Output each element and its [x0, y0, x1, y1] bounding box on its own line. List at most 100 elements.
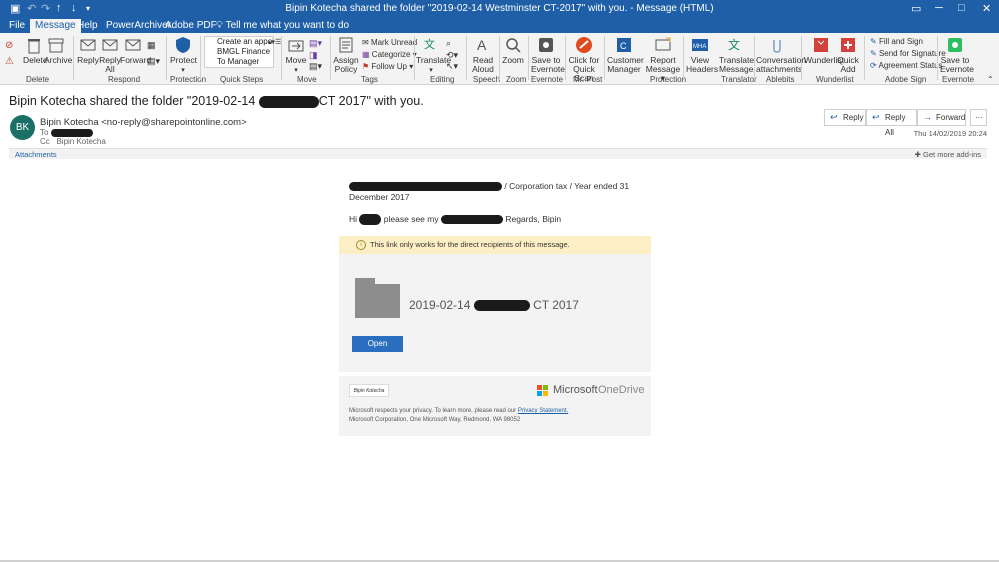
- quick-add-icon: [841, 38, 855, 52]
- svg-text:MHA: MHA: [693, 44, 706, 50]
- protect-button[interactable]: Protect ▾: [170, 36, 197, 75]
- tab-help[interactable]: Help: [77, 20, 98, 31]
- related-icon[interactable]: ⟲▾: [446, 50, 458, 61]
- select-icon[interactable]: ↖▾: [446, 61, 458, 72]
- quick-step-item[interactable]: BMGL Finance: [205, 47, 273, 57]
- envelope-icon: ✉: [362, 38, 369, 47]
- save-to-evernote-button[interactable]: Save to Evernote: [531, 36, 565, 74]
- rules-icon[interactable]: ▤▾: [309, 38, 322, 49]
- actions-icon[interactable]: ▤▾: [309, 61, 322, 72]
- open-button[interactable]: Open: [352, 336, 403, 352]
- flag-icon: ⚑: [362, 62, 370, 71]
- reply-all-action-button[interactable]: ↩ Reply All: [866, 109, 917, 137]
- zoom-button[interactable]: Zoom: [501, 36, 525, 65]
- reply-action-button[interactable]: ↩ Reply: [824, 109, 866, 126]
- agreement-status-button[interactable]: ⟳ Agreement Status: [870, 61, 943, 70]
- tab-powerarchiver[interactable]: PowerArchiver: [106, 20, 171, 31]
- tab-message[interactable]: Message: [30, 19, 81, 33]
- signature-icon: ✎: [870, 49, 877, 58]
- restore-icon[interactable]: ▭: [911, 2, 921, 15]
- minimize-icon[interactable]: ─: [935, 2, 943, 14]
- redaction: [359, 214, 382, 226]
- group-label: Ablebits: [766, 75, 795, 84]
- archive-button[interactable]: Archive: [44, 36, 72, 65]
- quick-add-button[interactable]: Quick Add: [836, 36, 860, 74]
- move-button[interactable]: Move ▾: [285, 36, 307, 75]
- quick-step-item[interactable]: Create an appoi...: [205, 37, 273, 47]
- maximize-icon[interactable]: □: [958, 2, 965, 14]
- gallery-scroll-icon[interactable]: ▴▾☰: [268, 38, 281, 46]
- collapse-ribbon-icon[interactable]: ⌃: [987, 75, 994, 84]
- sender[interactable]: Bipin Kotecha <no-reply@sharepointonline…: [40, 117, 247, 128]
- reply-button[interactable]: Reply: [77, 36, 99, 65]
- forward-envelope-icon: [125, 39, 141, 51]
- quick-step-item[interactable]: To Manager: [205, 57, 273, 67]
- privacy-statement-link[interactable]: Privacy Statement.: [518, 408, 568, 414]
- follow-up-button[interactable]: ⚑ Follow Up ▾: [362, 62, 413, 71]
- onenote-icon[interactable]: ◨: [309, 50, 318, 61]
- svg-text:A: A: [477, 37, 487, 53]
- conversation-attachments-button[interactable]: Conversation attachments: [756, 36, 806, 74]
- group-label: Adobe Sign: [885, 75, 927, 84]
- ribbon-separator: [73, 36, 74, 80]
- redaction: [473, 300, 530, 312]
- tab-adobe-pdf[interactable]: Adobe PDF: [165, 20, 217, 31]
- cc-line: Cc Bipin Kotecha: [40, 137, 106, 146]
- message-date: Thu 14/02/2019 20:24: [913, 129, 987, 138]
- close-icon[interactable]: ✕: [982, 2, 991, 15]
- card-divider: [339, 372, 651, 376]
- ignore-icon[interactable]: ⊘: [5, 40, 13, 51]
- ribbon-separator: [166, 36, 167, 80]
- categorize-button[interactable]: ▦ Categorize ▾: [362, 50, 417, 59]
- mark-unread-button[interactable]: ✉ Mark Unread: [362, 38, 417, 47]
- paperclip-icon: [773, 40, 781, 53]
- view-headers-button[interactable]: MHA View Headers: [686, 36, 718, 74]
- svg-text:文: 文: [424, 37, 435, 51]
- group-label: Tags: [361, 75, 378, 84]
- reply-all-button[interactable]: Reply All: [99, 36, 121, 74]
- magnifier-icon: [506, 38, 521, 53]
- ribbon-separator: [499, 36, 500, 80]
- more-actions-button[interactable]: ···: [970, 109, 987, 126]
- shield-icon: [176, 37, 190, 53]
- group-label: Speech: [473, 75, 501, 84]
- send-signature-button[interactable]: ✎ Send for Signature: [870, 49, 946, 58]
- group-label: Protection: [650, 75, 687, 84]
- onedrive-wordmark: OneDrive: [598, 384, 645, 396]
- shared-folder-name[interactable]: 2019-02-14 CT 2017: [409, 298, 579, 312]
- read-aloud-icon: A: [477, 37, 487, 53]
- group-label: Delete: [26, 75, 50, 84]
- find-icon[interactable]: ⌕: [446, 38, 451, 49]
- save-to-evernote-button-2[interactable]: Save to Evernote: [940, 36, 974, 74]
- forward-button[interactable]: Forward: [120, 36, 151, 65]
- folder-icon[interactable]: [355, 278, 400, 318]
- read-aloud-button[interactable]: A Read Aloud: [469, 36, 497, 74]
- assign-policy-button[interactable]: Assign Policy: [332, 36, 360, 74]
- junk-icon[interactable]: ⚠: [5, 56, 14, 67]
- tab-file[interactable]: File: [9, 20, 25, 31]
- ribbon-separator: [200, 36, 201, 80]
- customer-manager-button[interactable]: C Customer Manager: [607, 36, 644, 74]
- group-label: Quick Steps: [220, 75, 264, 84]
- meeting-icon[interactable]: ▦: [147, 40, 156, 51]
- group-label: Mr. Post: [573, 75, 603, 84]
- translate-message-button[interactable]: 文 Translate Message: [719, 36, 754, 74]
- ribbon-separator: [754, 36, 755, 80]
- ribbon-separator: [414, 36, 415, 80]
- translate-button[interactable]: 文 Translate ▾: [416, 36, 451, 75]
- wunderlist-button[interactable]: Wunderlist: [804, 36, 844, 65]
- tell-me-search[interactable]: 💡︎ Tell me what you want to do: [216, 20, 349, 31]
- forward-arrow-icon: →: [923, 112, 932, 122]
- wunderlist-icon: [814, 38, 828, 52]
- forward-action-button[interactable]: → Forward: [917, 109, 966, 126]
- more-respond-icon[interactable]: ▤▾: [147, 56, 160, 67]
- delete-button[interactable]: Delete: [23, 36, 48, 65]
- customer-manager-icon: C: [617, 38, 631, 52]
- attachments-link[interactable]: Attachments: [15, 150, 57, 159]
- redaction: [258, 95, 319, 108]
- svg-text:C: C: [620, 41, 627, 51]
- lightbulb-icon: 💡︎: [216, 20, 223, 31]
- body-greeting: Hi please see my Regards, Bipin: [349, 214, 562, 226]
- get-addins-link[interactable]: ✚ Get more add-ins: [915, 150, 981, 159]
- fill-sign-button[interactable]: ✎ Fill and Sign: [870, 37, 923, 46]
